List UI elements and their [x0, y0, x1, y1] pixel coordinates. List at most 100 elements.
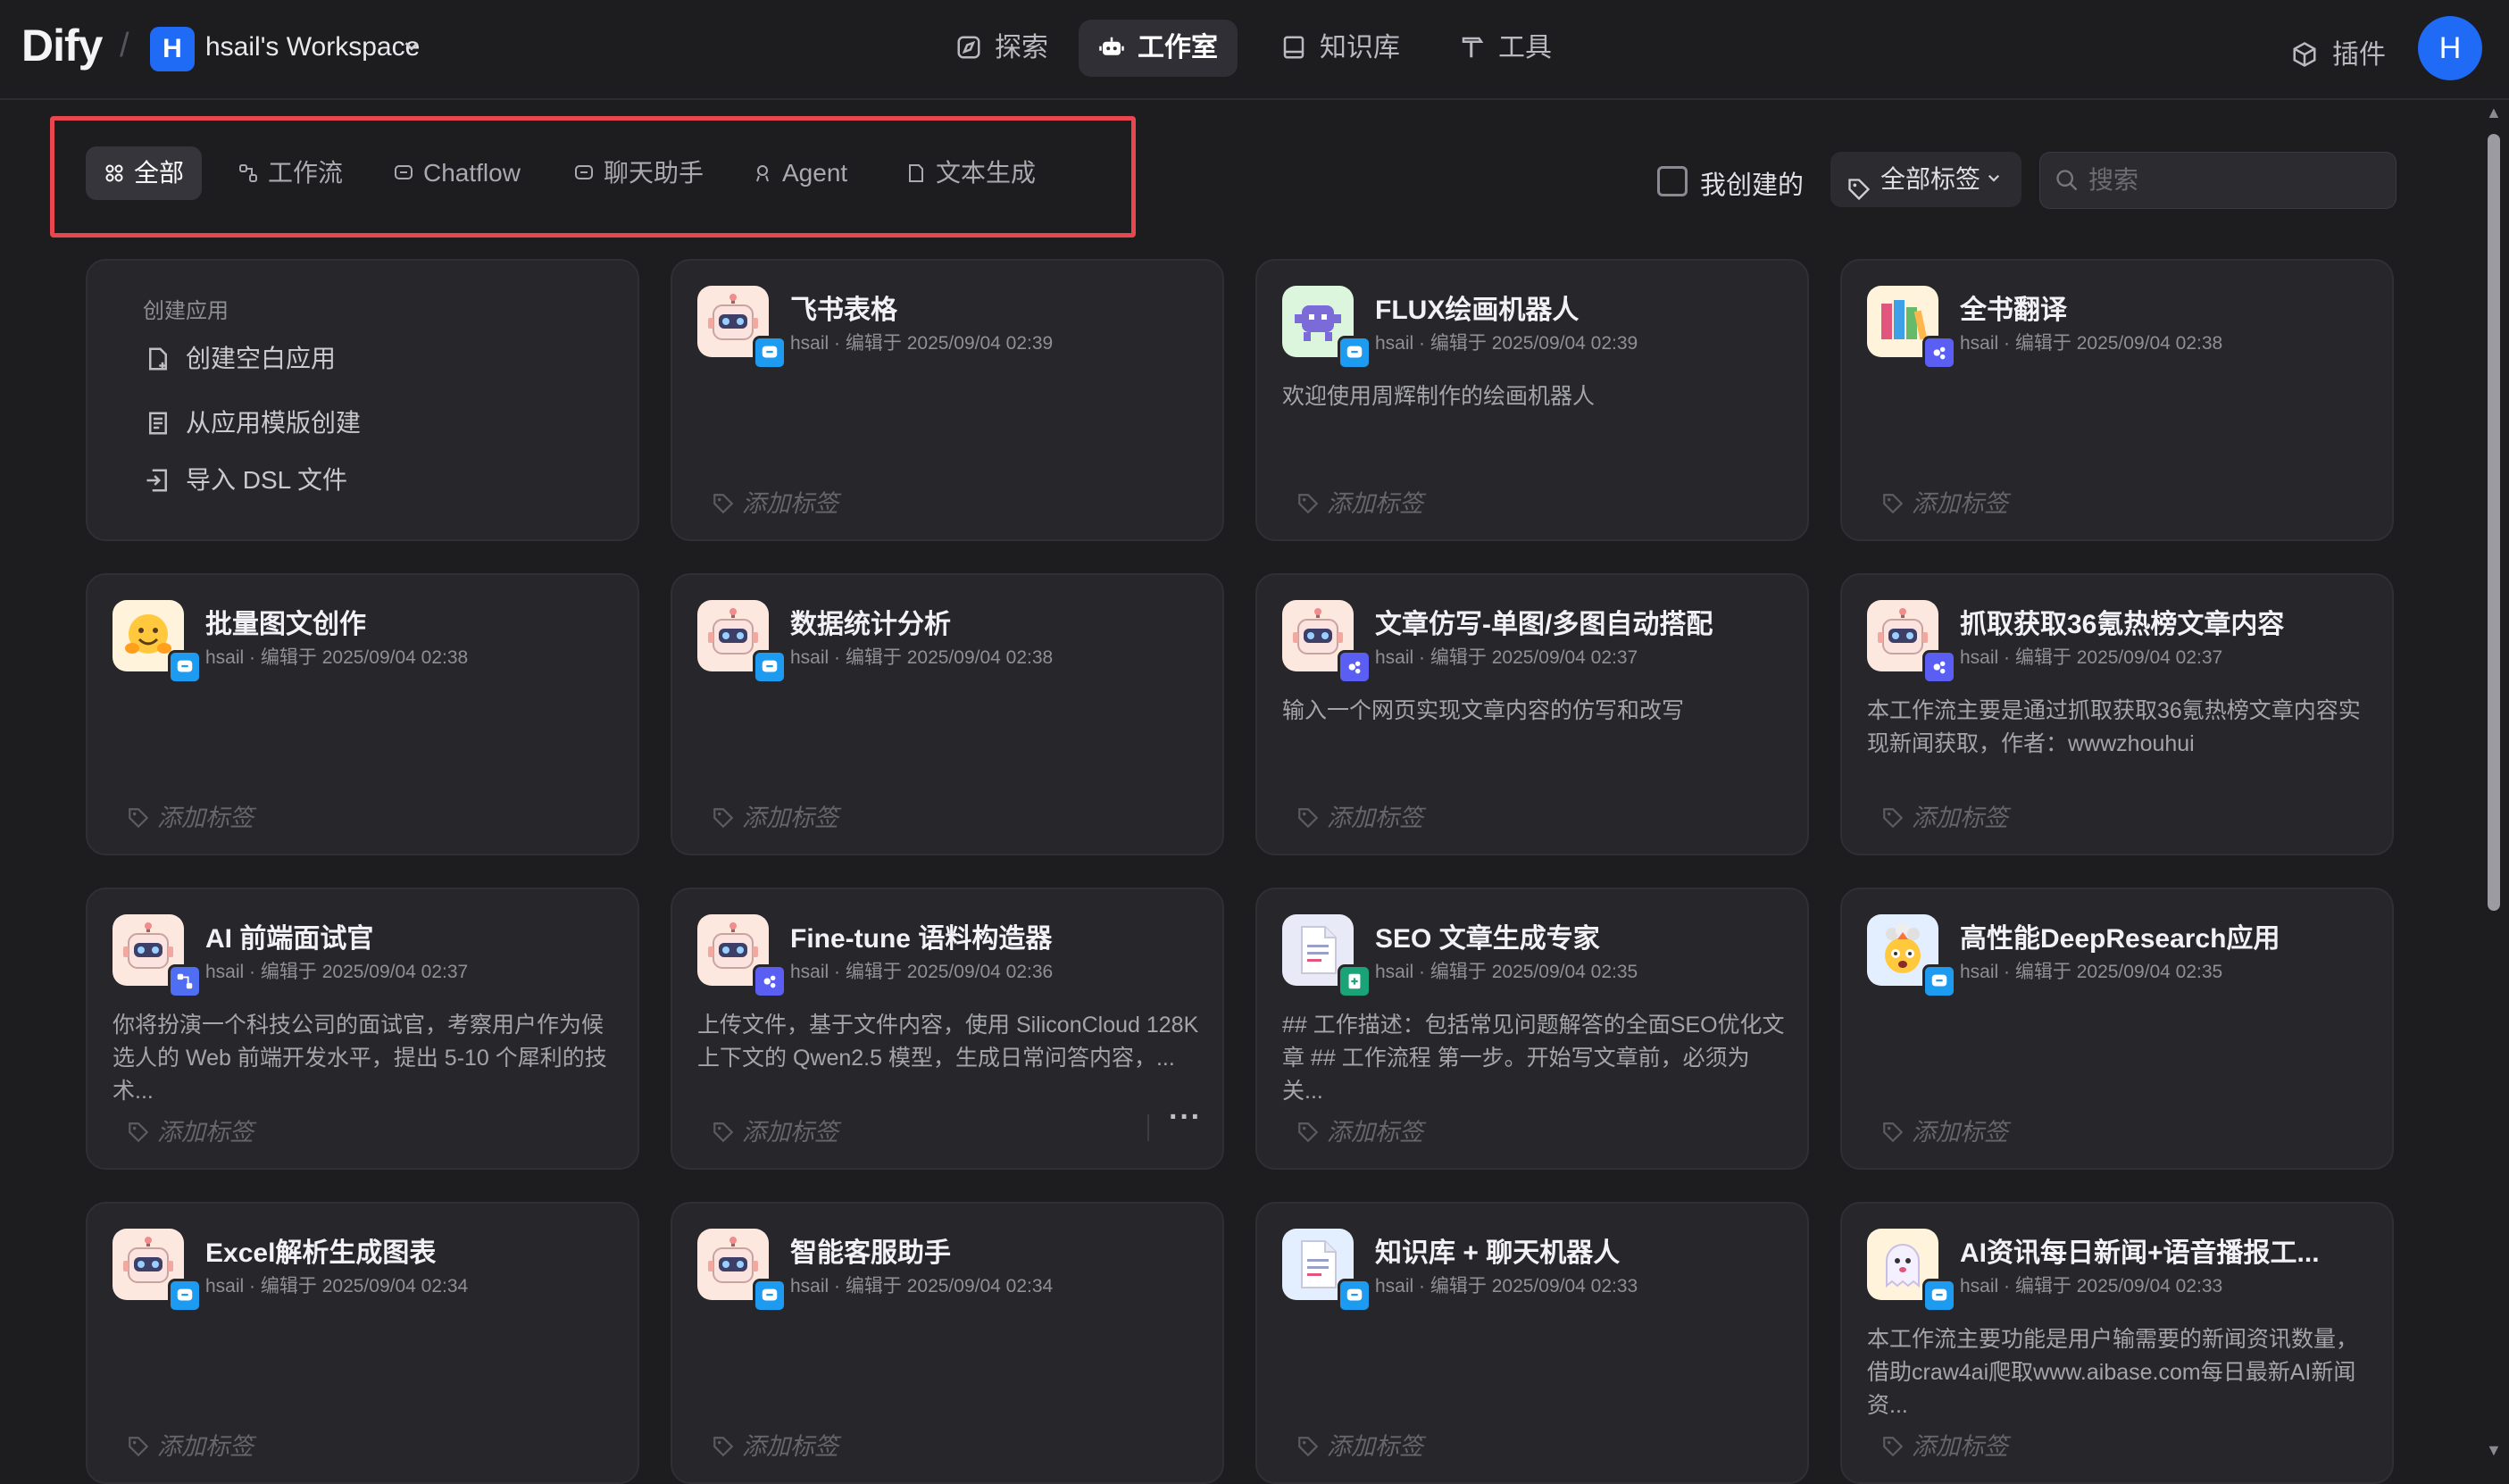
scroll-down-arrow-icon[interactable]: ▼	[2486, 1441, 2502, 1460]
add-tag-button[interactable]: 添加标签	[1881, 1427, 2008, 1462]
add-tag-button[interactable]: 添加标签	[127, 1113, 254, 1147]
nav-explore[interactable]: 探索	[936, 20, 1068, 77]
app-author: hsail	[205, 647, 245, 668]
plugins-button[interactable]: 插件	[2291, 32, 2386, 71]
app-card[interactable]: SEO 文章生成专家 hsail · 编辑于 2025/09/04 02:35 ##…	[1255, 888, 1809, 1170]
app-author: hsail	[1375, 962, 1414, 982]
app-edited-time: 编辑于 2025/09/04 02:38	[845, 647, 1054, 668]
chat-badge-icon	[753, 1279, 787, 1313]
template-icon	[145, 410, 171, 437]
robot-icon	[697, 914, 787, 998]
add-tag-button[interactable]: 添加标签	[712, 484, 838, 519]
workspace-avatar[interactable]: H	[150, 27, 195, 71]
add-tag-button[interactable]: 添加标签	[1296, 484, 1423, 519]
chevron-down-icon	[1986, 152, 2002, 207]
add-tag-label: 添加标签	[1327, 1433, 1423, 1460]
tab-chat-assistant[interactable]: 聊天助手	[555, 146, 721, 200]
tab-chat-assistant-label: 聊天助手	[604, 159, 704, 187]
add-tag-button[interactable]: 添加标签	[1881, 1113, 2008, 1147]
app-edited-time: 编辑于 2025/09/04 02:38	[260, 647, 469, 668]
app-name: SEO 文章生成专家	[1375, 924, 1600, 954]
app-card[interactable]: 全书翻译 hsail · 编辑于 2025/09/04 02:38 添加标签	[1840, 259, 2394, 541]
app-name: AI 前端面试官	[205, 924, 374, 954]
import-dsl-label: 导入 DSL 文件	[186, 466, 347, 494]
compass-icon	[955, 24, 982, 59]
app-card[interactable]: 知识库 + 聊天机器人 hsail · 编辑于 2025/09/04 02:33 添…	[1255, 1202, 1809, 1484]
app-card[interactable]: 文章仿写-单图/多图自动搭配 hsail · 编辑于 2025/09/04 02:…	[1255, 573, 1809, 855]
add-tag-button[interactable]: 添加标签	[127, 1427, 254, 1462]
app-card[interactable]: 批量图文创作 hsail · 编辑于 2025/09/04 02:38 添加标签	[86, 573, 639, 855]
app-edited-time: 编辑于 2025/09/04 02:37	[2014, 647, 2223, 668]
app-description: 本工作流主要功能是用户输需要的新闻资讯数量，借助craw4ai爬取www.aib…	[1867, 1327, 2359, 1418]
app-edited-time: 编辑于 2025/09/04 02:34	[260, 1276, 469, 1296]
tab-chatflow[interactable]: Chatflow	[375, 146, 538, 200]
nav-explore-label: 探索	[995, 33, 1048, 63]
app-meta: hsail · 编辑于 2025/09/04 02:39	[790, 329, 1053, 355]
add-tag-label: 添加标签	[1327, 805, 1423, 831]
app-author: hsail	[790, 1276, 829, 1296]
app-card[interactable]: AI资讯每日新闻+语音播报工... hsail · 编辑于 2025/09/04 …	[1840, 1202, 2394, 1484]
tag-icon	[1296, 1435, 1320, 1458]
add-tag-button[interactable]: 添加标签	[1881, 484, 2008, 519]
app-card[interactable]: 数据统计分析 hsail · 编辑于 2025/09/04 02:38 添加标签	[671, 573, 1224, 855]
create-from-template-button[interactable]: 从应用模版创建	[145, 404, 361, 439]
add-tag-label: 添加标签	[1912, 490, 2008, 517]
tab-agent[interactable]: Agent	[734, 146, 865, 200]
app-author: hsail	[790, 333, 829, 354]
add-tag-label: 添加标签	[157, 1433, 254, 1460]
add-tag-button[interactable]: 添加标签	[1881, 798, 2008, 833]
nav-knowledge[interactable]: 知识库	[1261, 20, 1420, 77]
created-by-me-label[interactable]: 我创建的	[1700, 164, 1804, 202]
nav-studio[interactable]: 工作室	[1079, 20, 1238, 77]
app-card[interactable]: Excel解析生成图表 hsail · 编辑于 2025/09/04 02:34 添…	[86, 1202, 639, 1484]
app-card[interactable]: 高性能DeepResearch应用 hsail · 编辑于 2025/09/04 …	[1840, 888, 2394, 1170]
app-card[interactable]: 飞书表格 hsail · 编辑于 2025/09/04 02:39 添加标签	[671, 259, 1224, 541]
user-avatar[interactable]: H	[2418, 16, 2482, 80]
add-tag-button[interactable]: 添加标签	[1296, 798, 1423, 833]
app-card[interactable]: Fine-tune 语料构造器 hsail · 编辑于 2025/09/04 02…	[671, 888, 1224, 1170]
add-tag-button[interactable]: 添加标签	[127, 798, 254, 833]
app-card[interactable]: FLUX绘画机器人 hsail · 编辑于 2025/09/04 02:39 欢迎使…	[1255, 259, 1809, 541]
add-tag-label: 添加标签	[1912, 805, 2008, 831]
nav-knowledge-label: 知识库	[1320, 33, 1400, 63]
add-tag-button[interactable]: 添加标签	[1296, 1113, 1423, 1147]
create-blank-app-button[interactable]: 创建空白应用	[145, 339, 336, 375]
chevron-down-icon[interactable]	[402, 36, 421, 62]
tag-icon	[712, 1121, 735, 1144]
tag-filter-dropdown[interactable]: 全部标签	[1830, 152, 2021, 207]
book-icon	[1280, 24, 1307, 59]
more-options-icon[interactable]: ···	[1169, 1100, 1202, 1135]
add-tag-label: 添加标签	[1327, 490, 1423, 517]
tag-icon	[127, 1435, 150, 1458]
tab-text-generation-label: 文本生成	[936, 159, 1037, 187]
app-name: 数据统计分析	[790, 610, 951, 639]
import-dsl-button[interactable]: 导入 DSL 文件	[145, 461, 347, 496]
app-author: hsail	[1375, 647, 1414, 668]
add-tag-button[interactable]: 添加标签	[712, 1427, 838, 1462]
search-input[interactable]	[2087, 162, 2376, 199]
scrollbar-thumb[interactable]	[2488, 134, 2500, 911]
app-card[interactable]: AI 前端面试官 hsail · 编辑于 2025/09/04 02:37 你将扮演…	[86, 888, 639, 1170]
scroll-up-arrow-icon[interactable]: ▲	[2486, 104, 2502, 122]
nav-tools[interactable]: 工具	[1439, 20, 1571, 77]
created-by-me-checkbox[interactable]	[1657, 166, 1688, 196]
tag-icon	[127, 1121, 150, 1144]
app-edited-time: 编辑于 2025/09/04 02:36	[845, 962, 1054, 982]
add-tag-button[interactable]: 添加标签	[1296, 1427, 1423, 1462]
meta-separator: ·	[244, 1276, 261, 1296]
add-tag-button[interactable]: 添加标签	[712, 798, 838, 833]
tab-text-generation[interactable]: 文本生成	[888, 146, 1054, 200]
app-edited-time: 编辑于 2025/09/04 02:35	[2014, 962, 2223, 982]
app-card[interactable]: 抓取获取36氪热榜文章内容 hsail · 编辑于 2025/09/04 02:3…	[1840, 573, 2394, 855]
app-meta: hsail · 编辑于 2025/09/04 02:37	[205, 957, 468, 984]
tab-workflow[interactable]: 工作流	[220, 146, 361, 200]
tag-icon	[127, 806, 150, 830]
tab-all[interactable]: 全部	[86, 146, 203, 200]
add-tag-button[interactable]: 添加标签	[712, 1113, 838, 1147]
workspace-switcher[interactable]: hsail's Workspace	[205, 32, 420, 63]
dify-logo[interactable]: Dify	[21, 20, 103, 71]
search-box[interactable]	[2039, 152, 2396, 209]
app-card[interactable]: 智能客服助手 hsail · 编辑于 2025/09/04 02:34 添加标签	[671, 1202, 1224, 1484]
app-meta: hsail · 编辑于 2025/09/04 02:37	[1960, 643, 2222, 670]
breadcrumb-separator: /	[120, 27, 129, 64]
